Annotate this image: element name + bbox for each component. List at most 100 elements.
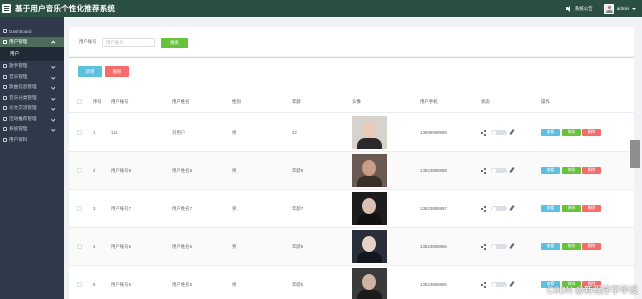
table-row: 1 111 刘用户 男 22 13899999999 查看 修改 删除 [69, 114, 634, 152]
sidebar-item-song-info-management[interactable]: 歌曲信息管理 [0, 82, 64, 93]
avatar-photo[interactable] [352, 192, 387, 225]
forum-icon [3, 106, 7, 111]
cell-name: 用户姓名5 [172, 282, 193, 287]
status-toggle[interactable] [491, 206, 507, 211]
avatar-photo[interactable] [352, 116, 387, 149]
share-icon[interactable] [481, 206, 486, 212]
avatar-photo[interactable] [352, 154, 387, 187]
notice-link[interactable]: 系统公告 [575, 6, 593, 12]
menu-toggle-icon[interactable] [2, 4, 11, 13]
edit-icon[interactable] [509, 204, 515, 212]
sidebar-item-label: 音乐分类管理 [9, 94, 37, 100]
music-icon [3, 74, 7, 79]
user-name[interactable]: admin [617, 6, 629, 11]
row-checkbox[interactable] [77, 244, 82, 249]
edit-icon[interactable] [509, 242, 515, 250]
view-button[interactable]: 查看 [541, 129, 560, 136]
edit-button[interactable]: 修改 [562, 129, 581, 136]
share-icon[interactable] [481, 130, 486, 136]
sidebar-subitem-user[interactable]: 用户 [0, 47, 64, 61]
speaker-icon[interactable] [565, 5, 572, 12]
avatar-photo[interactable] [352, 230, 387, 263]
edit-button[interactable]: 修改 [562, 167, 581, 174]
sidebar-item-label: 歌手管理 [9, 63, 28, 69]
sidebar-item-label: 论文交流管理 [9, 105, 37, 111]
sidebar-item-activity-management[interactable]: 活动推荐管理 [0, 114, 64, 125]
column-header: 用户手机 [420, 99, 438, 104]
row-delete-button[interactable]: 删除 [582, 167, 601, 174]
sidebar: Dashboard 用户管理 用户 歌手管理 音乐管理 歌曲信息管理 音乐分类管… [0, 17, 64, 299]
cell-index: 1 [93, 130, 96, 135]
chevron-down-icon [50, 127, 55, 132]
search-button[interactable]: 搜索 [161, 38, 188, 48]
chevron-down-icon [50, 85, 55, 90]
status-toggle[interactable] [491, 168, 507, 173]
sidebar-item-dashboard[interactable]: Dashboard [0, 26, 64, 37]
avatar-photo[interactable] [352, 268, 387, 299]
sidebar-item-system-management[interactable]: 系统管理 [0, 124, 64, 135]
cell-index: 3 [93, 206, 96, 211]
add-button[interactable]: 新增 [78, 66, 102, 77]
edit-button[interactable]: 修改 [562, 205, 581, 212]
chevron-up-icon [50, 40, 55, 45]
sidebar-item-singer-management[interactable]: 歌手管理 [0, 61, 64, 72]
edit-icon[interactable] [509, 166, 515, 174]
top-bar: 基于用户音乐个性化推荐系统 系统公告 admin [0, 0, 642, 17]
row-delete-button[interactable]: 删除 [582, 129, 601, 136]
view-button[interactable]: 查看 [541, 243, 560, 250]
table-row: 2 用户账号8 用户姓名8 男 年龄8 13823888888 查看 修改 删除 [69, 152, 634, 190]
status-toggle[interactable] [491, 282, 507, 287]
column-header: 用户账号 [111, 99, 129, 104]
sidebar-item-user-profile[interactable]: 用户资料 [0, 135, 64, 146]
sidebar-item-label: 歌曲信息管理 [9, 84, 37, 90]
top-right-area: 系统公告 admin [565, 0, 636, 17]
cell-gender: 男 [232, 130, 237, 135]
cell-index: 5 [93, 282, 96, 287]
cell-gender: 男 [232, 206, 237, 211]
scrollbar[interactable] [630, 140, 640, 168]
view-button[interactable]: 查看 [541, 205, 560, 212]
cell-account: 用户账号7 [111, 206, 132, 211]
delete-button[interactable]: 删除 [105, 66, 129, 77]
search-input[interactable] [102, 38, 155, 47]
chevron-down-icon [50, 116, 55, 121]
share-icon[interactable] [481, 244, 486, 250]
column-header: 状态 [481, 99, 490, 104]
cell-phone: 13823888887 [420, 206, 447, 211]
cell-age: 年龄6 [292, 244, 304, 249]
cell-index: 4 [93, 244, 96, 249]
sidebar-item-category-management[interactable]: 音乐分类管理 [0, 93, 64, 104]
cell-phone: 13823888885 [420, 282, 447, 287]
status-toggle[interactable] [491, 244, 507, 249]
row-checkbox[interactable] [77, 130, 82, 135]
cell-name: 用户姓名8 [172, 168, 193, 173]
row-checkbox[interactable] [77, 206, 82, 211]
share-icon[interactable] [481, 168, 486, 174]
search-panel: 用户账号 搜索 [69, 27, 634, 56]
cell-account: 用户账号6 [111, 244, 132, 249]
avatar[interactable] [603, 3, 614, 14]
singer-icon [3, 64, 7, 69]
edit-icon[interactable] [509, 280, 515, 288]
select-all-checkbox[interactable] [77, 99, 82, 104]
sidebar-item-music-management[interactable]: 音乐管理 [0, 72, 64, 83]
cell-age: 22 [292, 130, 297, 135]
edit-icon[interactable] [509, 128, 515, 136]
sidebar-item-forum-management[interactable]: 论文交流管理 [0, 103, 64, 114]
gear-icon [3, 127, 7, 132]
home-icon [3, 29, 7, 34]
row-delete-button[interactable]: 删除 [582, 243, 601, 250]
view-button[interactable]: 查看 [541, 167, 560, 174]
row-checkbox[interactable] [77, 168, 82, 173]
chevron-down-icon[interactable] [632, 7, 636, 10]
table-row: 3 用户账号7 用户姓名7 男 年龄7 13823888887 查看 修改 删除 [69, 190, 634, 228]
row-checkbox[interactable] [77, 282, 82, 287]
table-header: 序号 用户账号 用户姓名 性别 年龄 头像 用户手机 状态 操作 [69, 90, 634, 113]
share-icon[interactable] [481, 282, 486, 288]
edit-button[interactable]: 修改 [562, 243, 581, 250]
cell-name: 用户姓名6 [172, 244, 193, 249]
status-toggle[interactable] [491, 130, 507, 135]
sidebar-item-user-management[interactable]: 用户管理 [0, 36, 64, 47]
row-delete-button[interactable]: 删除 [582, 205, 601, 212]
cell-name: 用户姓名7 [172, 206, 193, 211]
